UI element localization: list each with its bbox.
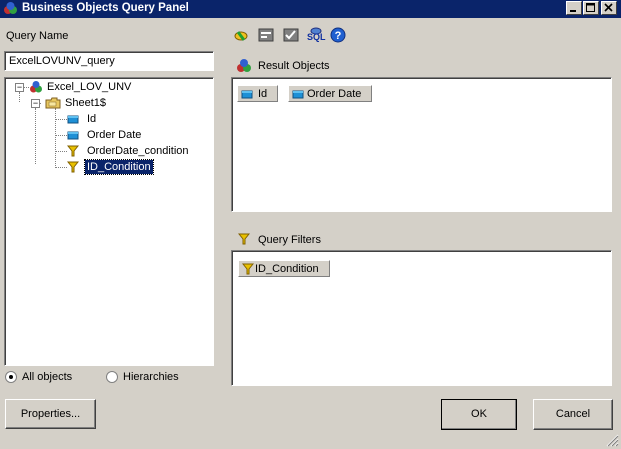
title-bar[interactable]: Business Objects Query Panel: [0, 0, 621, 18]
business-objects-app-icon: [4, 2, 17, 14]
query-name-input[interactable]: ExcelLOVUNV_query: [4, 51, 214, 71]
query-name-value: ExcelLOVUNV_query: [9, 55, 115, 67]
ok-button[interactable]: OK: [441, 399, 517, 430]
maximize-button[interactable]: [583, 1, 599, 15]
minimize-button[interactable]: [566, 1, 582, 15]
tree-node-label: ID_Condition: [84, 159, 154, 175]
resize-grip-icon[interactable]: [606, 434, 619, 447]
collapse-folder-toggle[interactable]: −: [31, 99, 40, 108]
dimension-icon: [67, 115, 79, 124]
cancel-button[interactable]: Cancel: [533, 399, 613, 430]
combined-query-icon[interactable]: [258, 27, 274, 43]
tree-node-label: OrderDate_condition: [87, 145, 189, 157]
tree-node-folder-label: Sheet1$: [65, 97, 106, 109]
window-title: Business Objects Query Panel: [22, 2, 189, 14]
universe-icon: [30, 81, 42, 93]
maximize-icon: [586, 3, 595, 12]
query-filters-icon: [238, 233, 250, 245]
filter-icon: [242, 263, 254, 275]
hierarchies-radio[interactable]: [106, 371, 118, 383]
query-properties-icon[interactable]: [283, 27, 299, 43]
minimize-icon: [570, 10, 576, 12]
close-button[interactable]: [601, 1, 617, 15]
dimension-icon: [241, 90, 253, 99]
result-object-chip[interactable]: Order Date: [288, 85, 372, 102]
result-objects-pane[interactable]: Id Order Date: [231, 77, 612, 212]
result-objects-label: Result Objects: [258, 60, 330, 72]
query-filter-label: ID_Condition: [255, 263, 319, 275]
query-filters-label: Query Filters: [258, 234, 321, 246]
dimension-icon: [67, 131, 79, 140]
filter-icon: [67, 161, 79, 173]
class-folder-icon: [45, 97, 61, 109]
collapse-root-toggle[interactable]: −: [15, 83, 24, 92]
properties-button[interactable]: Properties...: [5, 399, 96, 429]
result-object-chip[interactable]: Id: [237, 85, 278, 102]
tree-node-universe-label: Excel_LOV_UNV: [47, 81, 132, 93]
help-icon[interactable]: ?: [330, 27, 346, 43]
close-icon: [604, 3, 613, 12]
run-query-icon[interactable]: [233, 27, 249, 43]
result-object-label: Id: [258, 88, 268, 100]
svg-text:?: ?: [335, 30, 342, 42]
query-filters-pane[interactable]: ID_Condition: [231, 250, 612, 386]
query-filter-chip[interactable]: ID_Condition: [238, 260, 330, 277]
query-name-label: Query Name: [6, 30, 69, 42]
view-sql-button[interactable]: SQL: [307, 27, 326, 43]
universe-tree[interactable]: − Excel_LOV_UNV − Sheet1$ Id Order Date: [4, 77, 214, 366]
all-objects-label: All objects: [22, 371, 73, 383]
tree-node-label: Order Date: [87, 129, 142, 141]
filter-icon: [67, 145, 79, 157]
sql-label: SQL: [307, 32, 326, 42]
result-object-label: Order Date: [307, 88, 362, 100]
all-objects-radio[interactable]: [5, 371, 17, 383]
tree-node-label: Id: [87, 113, 97, 125]
hierarchies-label: Hierarchies: [123, 371, 179, 383]
result-objects-icon: [237, 59, 251, 72]
dimension-icon: [292, 90, 304, 99]
